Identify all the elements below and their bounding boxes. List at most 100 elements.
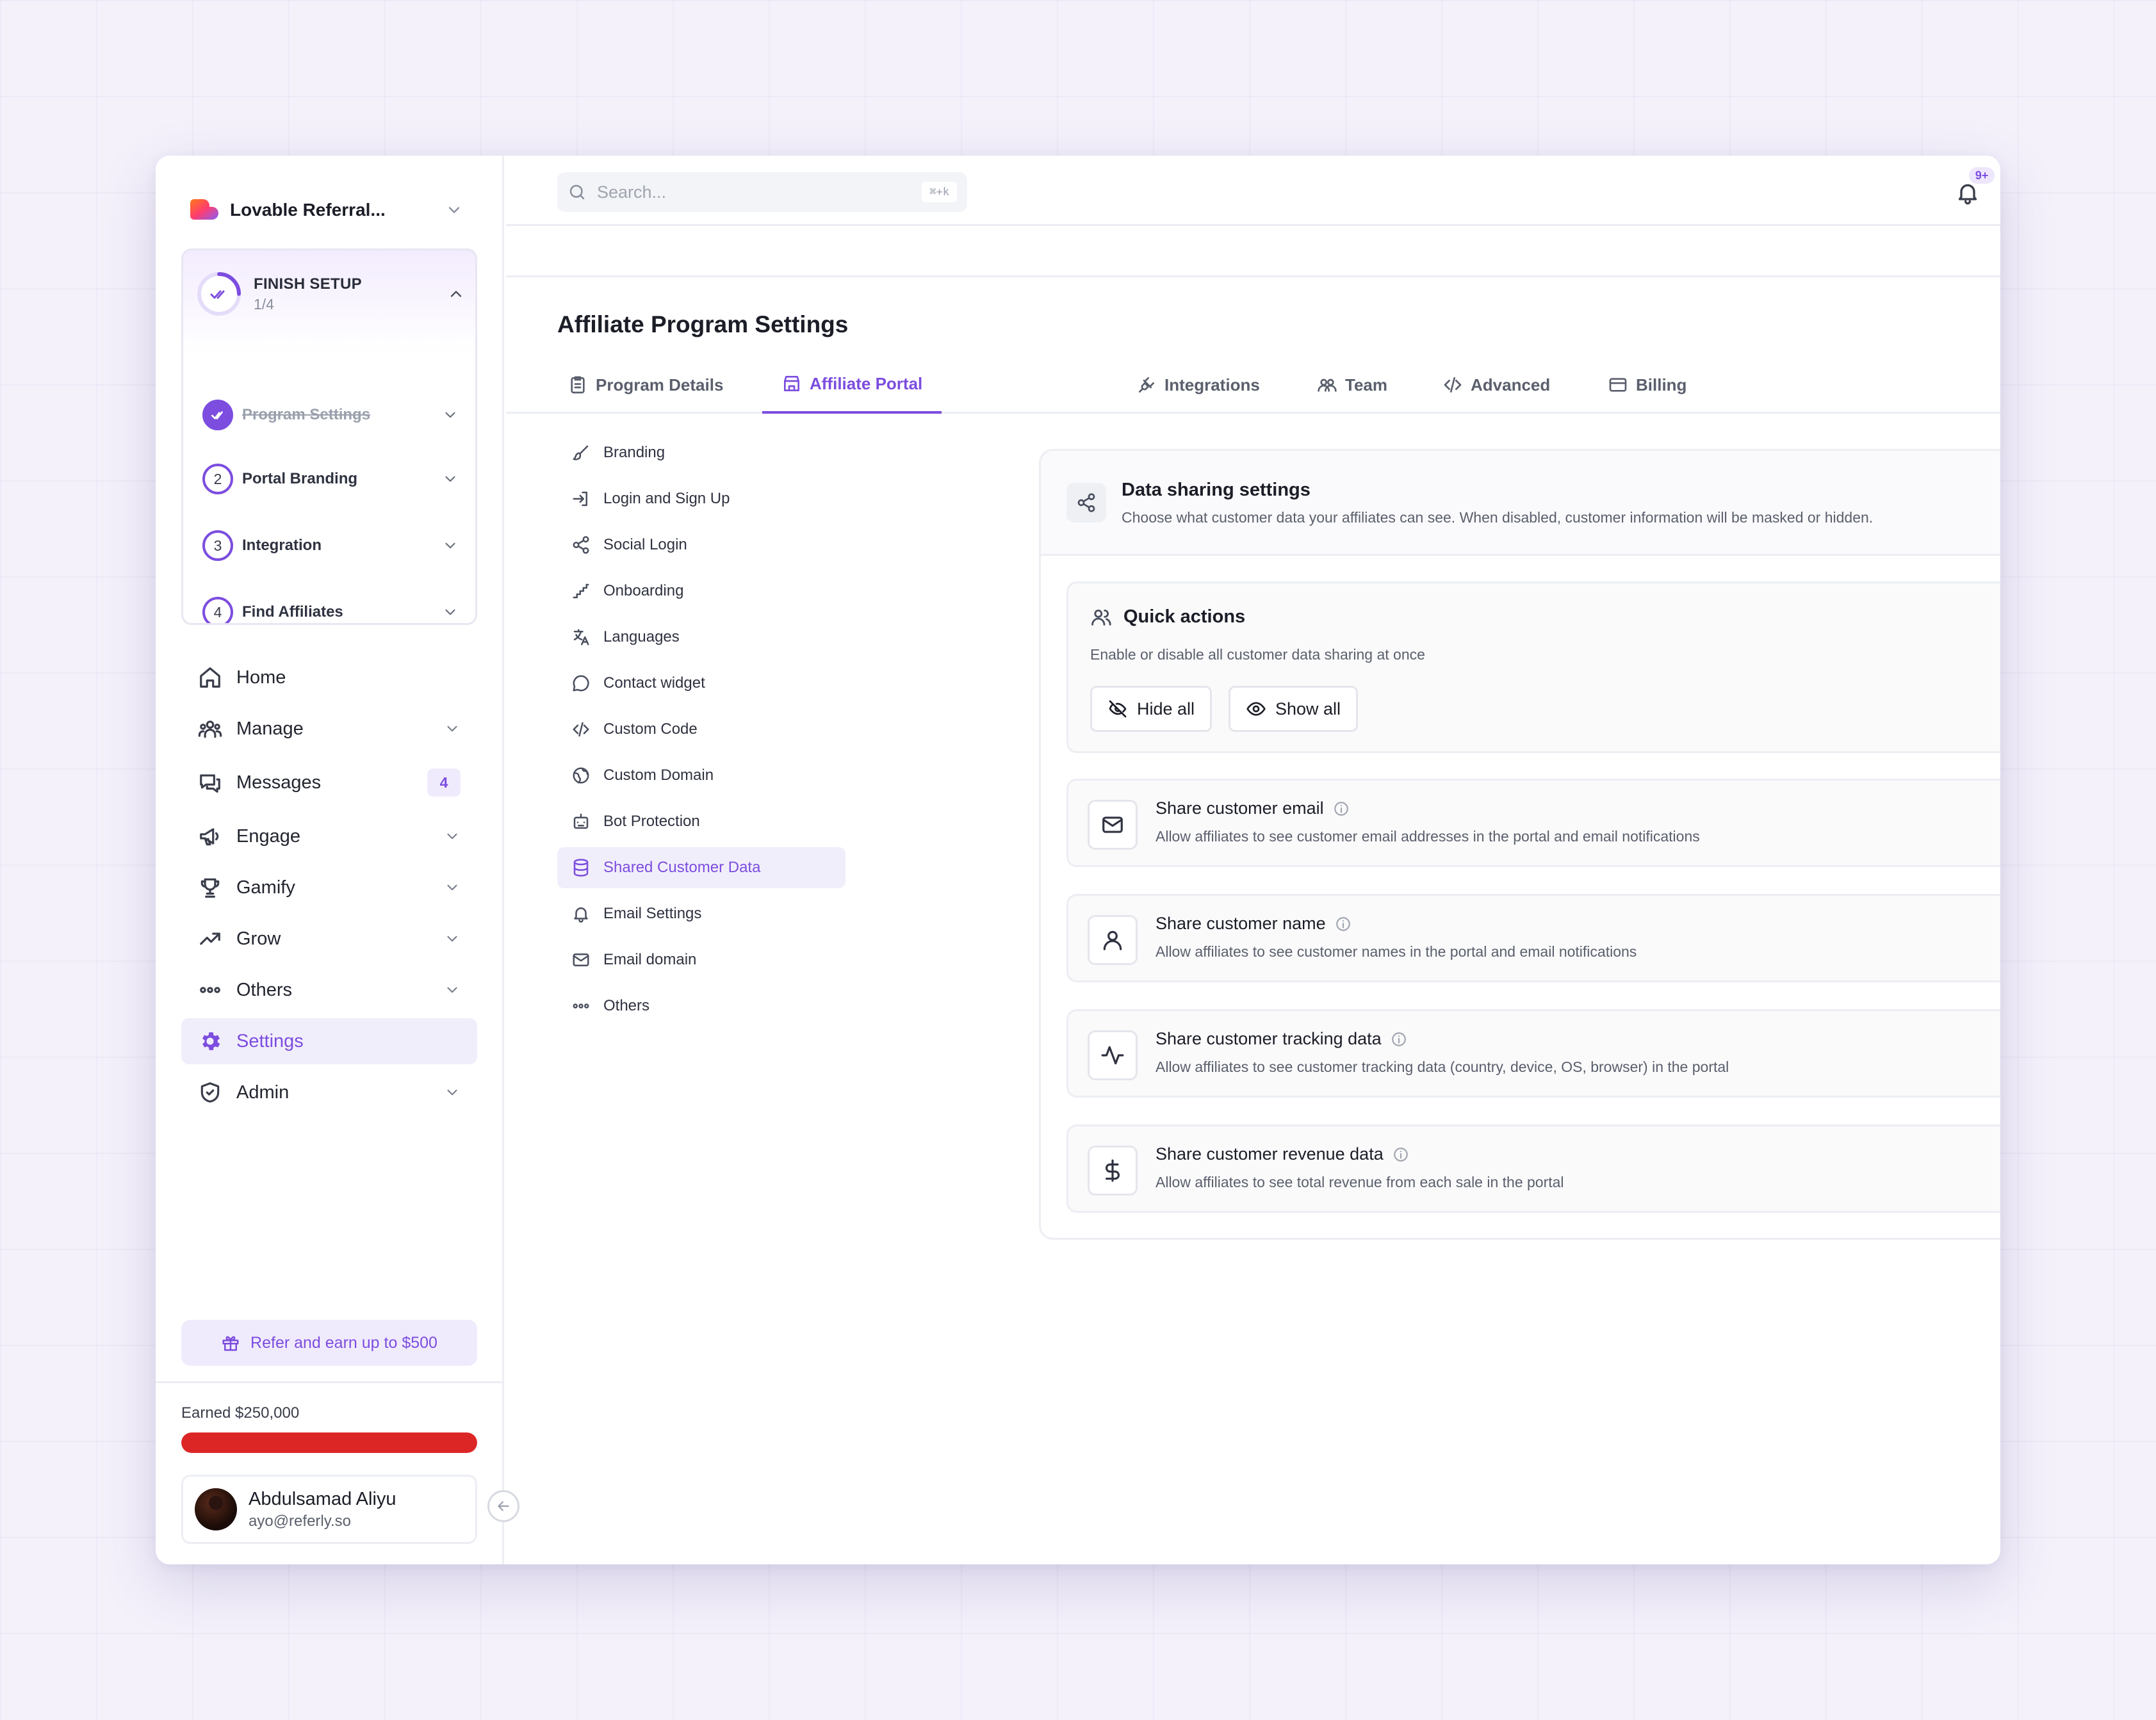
brush-icon — [573, 445, 589, 460]
subnav-item-social-login[interactable]: Social Login — [557, 524, 845, 565]
tab-team[interactable]: Team — [1317, 356, 1387, 414]
subnav-item-languages[interactable]: Languages — [557, 617, 845, 658]
bot-icon — [573, 813, 589, 829]
setup-step-program-settings[interactable]: Program Settings — [202, 399, 459, 431]
subnav-item-shared-customer-data[interactable]: Shared Customer Data — [557, 847, 845, 888]
setup-step-find-affiliates[interactable]: 4 Find Affiliates — [202, 596, 459, 623]
subnav-item-label: Others — [603, 997, 650, 1014]
top-bar: Search... ⌘+k 9+ — [506, 156, 2000, 226]
sidebar-item-grow[interactable]: Grow — [181, 916, 477, 962]
setting-title: Share customer name — [1156, 914, 1326, 933]
activity-icon — [1088, 1030, 1138, 1080]
subnav-item-custom-domain[interactable]: Custom Domain — [557, 755, 845, 796]
data-sharing-title: Data sharing settings — [1122, 480, 1311, 500]
chevron-down-icon — [445, 412, 455, 418]
setup-step-integration[interactable]: 3 Integration — [202, 530, 459, 562]
tab-advanced[interactable]: Advanced — [1442, 356, 1550, 414]
step-number: 3 — [202, 530, 233, 561]
sidebar-item-label: Grow — [236, 928, 281, 949]
sidebar-item-label: Home — [236, 667, 286, 688]
sidebar-divider — [156, 1381, 504, 1383]
subnav-item-bot-protection[interactable]: Bot Protection — [557, 801, 845, 842]
sidebar-item-messages[interactable]: Messages 4 — [181, 759, 477, 806]
subnav-item-login[interactable]: Login and Sign Up — [557, 478, 845, 519]
setup-step-portal-branding[interactable]: 2 Portal Branding — [202, 463, 459, 495]
steps-icon — [573, 583, 589, 599]
tab-label: Billing — [1636, 375, 1687, 394]
code-icon — [573, 722, 589, 737]
chevron-down-icon — [447, 833, 457, 840]
workspace-switcher[interactable]: Lovable Referral... — [188, 188, 463, 232]
login-icon — [573, 491, 587, 507]
subnav-item-label: Shared Customer Data — [603, 859, 761, 876]
quick-actions-description: Enable or disable all customer data shar… — [1090, 646, 1425, 663]
data-sharing-description: Choose what customer data your affiliate… — [1122, 509, 1874, 526]
info-icon[interactable] — [1392, 1146, 1409, 1163]
arrow-left-icon — [498, 1501, 509, 1511]
gear-icon — [202, 1032, 220, 1050]
setting-row-customer-name: Share customer name Allow affiliates to … — [1066, 894, 2000, 982]
messages-icon — [200, 774, 220, 793]
info-icon[interactable] — [1391, 1031, 1407, 1048]
subnav-item-email-domain[interactable]: Email domain — [557, 939, 845, 980]
tab-label: Affiliate Portal — [810, 373, 923, 393]
setting-title: Share customer revenue data — [1156, 1144, 1384, 1164]
sidebar: Lovable Referral... FINISH SETUP 1/4 Pro… — [156, 156, 504, 1564]
setting-row-tracking-data: Share customer tracking data Allow affil… — [1066, 1009, 2000, 1098]
shield-icon — [200, 1082, 220, 1103]
share-icon — [573, 536, 589, 554]
search-input[interactable]: Search... ⌘+k — [557, 172, 967, 212]
subnav-item-email-settings[interactable]: Email Settings — [557, 893, 845, 934]
chevron-down-icon — [445, 542, 455, 549]
subnav-item-label: Bot Protection — [603, 813, 700, 830]
users-icon — [198, 720, 222, 738]
setup-step-label: Integration — [242, 537, 322, 554]
subnav-item-contact-widget[interactable]: Contact widget — [557, 663, 845, 704]
info-icon[interactable] — [1333, 800, 1350, 817]
tab-program-details[interactable]: Program Details — [568, 356, 723, 414]
hide-all-button[interactable]: Hide all — [1090, 686, 1213, 732]
sidebar-item-gamify[interactable]: Gamify — [181, 864, 477, 911]
sidebar-item-admin[interactable]: Admin — [181, 1069, 477, 1116]
subnav-item-onboarding[interactable]: Onboarding — [557, 571, 845, 612]
megaphone-icon — [200, 828, 219, 846]
tab-integrations[interactable]: Integrations — [1136, 356, 1260, 414]
setup-step-label: Program Settings — [242, 406, 371, 423]
sidebar-item-label: Admin — [236, 1082, 290, 1103]
setup-step-label: Portal Branding — [242, 470, 358, 487]
tab-billing[interactable]: Billing — [1608, 356, 1686, 414]
quick-actions-title: Quick actions — [1123, 606, 1246, 627]
sidebar-item-label: Messages — [236, 772, 322, 793]
sidebar-item-home[interactable]: Home — [181, 654, 477, 701]
team-icon — [1318, 378, 1337, 392]
home-icon — [200, 667, 220, 688]
collapse-sidebar-button[interactable] — [487, 1490, 519, 1522]
eye-off-icon — [1109, 700, 1127, 718]
info-icon[interactable] — [1335, 916, 1352, 932]
subnav-item-others[interactable]: Others — [557, 986, 845, 1026]
sidebar-item-label: Gamify — [236, 877, 295, 898]
notifications-button[interactable] — [1955, 180, 1983, 208]
show-all-label: Show all — [1275, 699, 1341, 718]
sidebar-item-settings[interactable]: Settings — [181, 1018, 477, 1064]
sidebar-item-label: Manage — [236, 718, 304, 739]
tab-affiliate-portal[interactable]: Affiliate Portal — [762, 356, 942, 414]
mail-icon — [573, 953, 589, 966]
chevron-up-icon — [450, 291, 462, 297]
tab-label: Advanced — [1471, 375, 1551, 394]
user-profile-card[interactable]: Abdulsamad Aliyu ayo@referly.so — [181, 1475, 477, 1544]
sidebar-item-others[interactable]: Others — [181, 967, 477, 1013]
refer-earn-button[interactable]: Refer and earn up to $500 — [181, 1320, 477, 1366]
subnav-item-custom-code[interactable]: Custom Code — [557, 709, 845, 750]
setup-step-label: Find Affiliates — [242, 603, 343, 621]
dollar-icon — [1088, 1146, 1138, 1196]
finish-setup-header[interactable]: FINISH SETUP 1/4 — [196, 268, 465, 320]
subnav-item-label: Custom Domain — [603, 767, 714, 784]
show-all-button[interactable]: Show all — [1229, 686, 1359, 732]
sidebar-item-manage[interactable]: Manage — [181, 706, 477, 752]
main-content: Search... ⌘+k 9+ Affiliate Program Setti… — [506, 156, 2000, 1564]
sidebar-item-engage[interactable]: Engage — [181, 813, 477, 859]
chat-icon — [573, 675, 589, 692]
subnav-item-branding[interactable]: Branding — [557, 432, 845, 473]
step-check-icon — [202, 400, 233, 430]
